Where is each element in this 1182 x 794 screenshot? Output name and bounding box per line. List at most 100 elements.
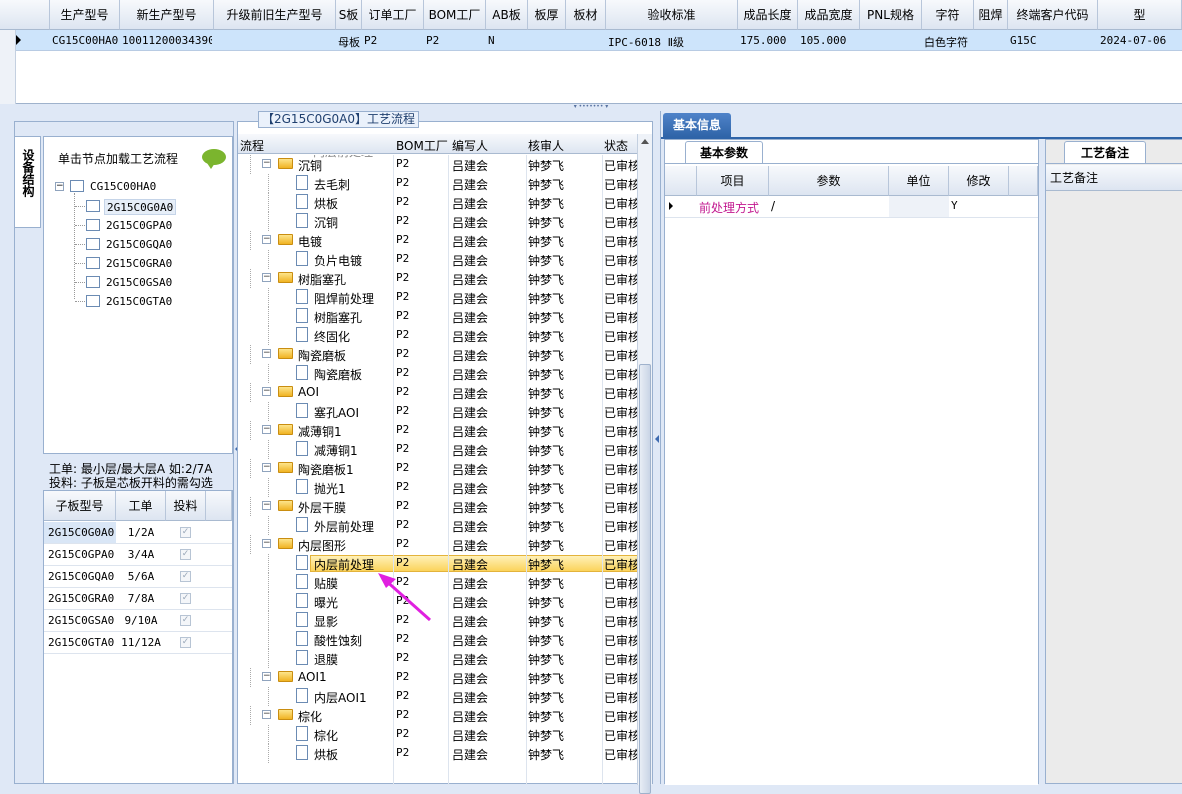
flow-row[interactable]: − AOI P2 吕建会 钟梦飞 已审核 — [238, 383, 637, 402]
flow-row[interactable]: 陶瓷磨板 P2 吕建会 钟梦飞 已审核 — [238, 364, 637, 383]
sub-col-header[interactable]: 子板型号 — [44, 491, 116, 521]
feed-checkbox[interactable]: ✓ — [180, 593, 191, 604]
top-row-cell[interactable]: 175.000 — [740, 34, 796, 47]
top-col-header[interactable]: 升级前旧生产型号 — [214, 0, 336, 30]
flow-row[interactable]: 树脂塞孔 P2 吕建会 钟梦飞 已审核 — [238, 307, 637, 326]
sub-board-row[interactable]: 2G15C0GSA0 9/10A ✓ — [44, 610, 232, 632]
flow-expander-icon[interactable]: − — [262, 539, 271, 548]
top-row-cell[interactable]: 10011200034390 — [122, 34, 212, 47]
flow-row[interactable]: − 外层干膜 P2 吕建会 钟梦飞 已审核 — [238, 497, 637, 516]
flow-row[interactable]: − 电镀 P2 吕建会 钟梦飞 已审核 — [238, 231, 637, 250]
sub-board-row[interactable]: 2G15C0GRA0 7/8A ✓ — [44, 588, 232, 610]
flow-expander-icon[interactable]: − — [262, 463, 271, 472]
flow-row[interactable]: − 陶瓷磨板1 P2 吕建会 钟梦飞 已审核 — [238, 459, 637, 478]
flow-row[interactable]: − 沉铜 P2 吕建会 钟梦飞 已审核 — [238, 155, 637, 174]
flow-row[interactable]: 阻焊前处理 P2 吕建会 钟梦飞 已审核 — [238, 288, 637, 307]
tree-node-2g15c0gsa0[interactable]: 2G15C0GSA0 — [104, 275, 174, 291]
param-col-header[interactable]: 修改 — [949, 166, 1009, 196]
sub-board-row[interactable]: 2G15C0GPA0 3/4A ✓ — [44, 544, 232, 566]
tree-root-label[interactable]: CG15C00HA0 — [90, 180, 156, 193]
top-row-cell[interactable]: IPC-6018 Ⅱ级 — [608, 34, 736, 50]
param-col-header[interactable]: 项目 — [697, 166, 769, 196]
flow-expander-icon[interactable]: − — [262, 672, 271, 681]
param-row[interactable]: 前处理方式 / Y — [665, 196, 1038, 218]
top-col-header[interactable]: 阻焊 — [974, 0, 1008, 30]
flow-row[interactable]: 抛光1 P2 吕建会 钟梦飞 已审核 — [238, 478, 637, 497]
top-row-cell[interactable]: P2 — [364, 34, 422, 47]
tree-node-2g15c0gta0[interactable]: 2G15C0GTA0 — [104, 294, 174, 310]
top-row-cell[interactable]: 105.000 — [800, 34, 858, 47]
top-row-cell[interactable]: 白色字符 — [924, 34, 972, 50]
sub-board-row[interactable]: 2G15C0GQA0 5/6A ✓ — [44, 566, 232, 588]
scroll-thumb[interactable] — [639, 364, 651, 794]
top-col-header[interactable]: 字符 — [922, 0, 974, 30]
flow-row[interactable]: 沉铜 P2 吕建会 钟梦飞 已审核 — [238, 212, 637, 231]
flow-row[interactable]: 减薄铜1 P2 吕建会 钟梦飞 已审核 — [238, 440, 637, 459]
top-col-header[interactable]: 型 — [1098, 0, 1182, 30]
flow-row[interactable]: 退膜 P2 吕建会 钟梦飞 已审核 — [238, 649, 637, 668]
top-row-cell[interactable]: G15C — [1010, 34, 1096, 47]
flow-expander-icon[interactable]: − — [262, 159, 271, 168]
flow-row[interactable]: 塞孔AOI P2 吕建会 钟梦飞 已审核 — [238, 402, 637, 421]
tree-node-2g15c0gra0[interactable]: 2G15C0GRA0 — [104, 256, 174, 272]
flow-row[interactable]: 外层前处理 P2 吕建会 钟梦飞 已审核 — [238, 516, 637, 535]
flow-expander-icon[interactable]: − — [262, 710, 271, 719]
flow-row[interactable]: − 陶瓷磨板 P2 吕建会 钟梦飞 已审核 — [238, 345, 637, 364]
flow-col-header[interactable]: 编写人 — [452, 137, 522, 154]
feed-checkbox[interactable]: ✓ — [180, 527, 191, 538]
top-col-header[interactable]: BOM工厂 — [424, 0, 486, 30]
top-col-header[interactable]: 验收标准 — [606, 0, 738, 30]
flow-row[interactable]: 酸性蚀刻 P2 吕建会 钟梦飞 已审核 — [238, 630, 637, 649]
scroll-up-icon[interactable] — [641, 139, 649, 144]
flow-expander-icon[interactable]: − — [262, 349, 271, 358]
flow-col-header[interactable]: 流程 — [240, 137, 390, 154]
flow-scrollbar[interactable] — [637, 134, 652, 794]
top-col-header[interactable]: 订单工厂 — [362, 0, 424, 30]
flow-row[interactable]: − AOI1 P2 吕建会 钟梦飞 已审核 — [238, 668, 637, 687]
sub-col-header[interactable]: 投料 — [166, 491, 206, 521]
flow-col-header[interactable]: 状态 — [604, 137, 638, 154]
top-col-header[interactable]: 终端客户代码 — [1008, 0, 1098, 30]
top-row-cell[interactable]: 2024-07-06 — [1100, 34, 1180, 47]
top-col-header[interactable]: 板厚 — [528, 0, 566, 30]
sub-col-header[interactable]: 工单 — [116, 491, 166, 521]
tab-basic-params[interactable]: 基本参数 — [685, 141, 763, 163]
sub-board-row[interactable]: 2G15C0GTA0 11/12A ✓ — [44, 632, 232, 654]
flow-row[interactable]: 烘板 P2 吕建会 钟梦飞 已审核 — [238, 193, 637, 212]
flow-expander-icon[interactable]: − — [262, 501, 271, 510]
flow-row[interactable]: − 减薄铜1 P2 吕建会 钟梦飞 已审核 — [238, 421, 637, 440]
top-grid-row[interactable]: CG15C00HA0 10011200034390 母板 P2 P2 N IPC-6018 … — [0, 30, 1182, 51]
flow-expander-icon[interactable]: − — [262, 235, 271, 244]
param-item[interactable]: 前处理方式 — [699, 199, 767, 216]
tree-node-2g15c0gpa0[interactable]: 2G15C0GPA0 — [104, 218, 174, 234]
flow-expander-icon[interactable]: − — [262, 387, 271, 396]
top-col-header[interactable]: AB板 — [486, 0, 528, 30]
feed-checkbox[interactable]: ✓ — [180, 637, 191, 648]
top-row-cell[interactable]: N — [488, 34, 526, 47]
flow-row[interactable]: 终固化 P2 吕建会 钟梦飞 已审核 — [238, 326, 637, 345]
top-col-header[interactable]: 成品长度 — [738, 0, 798, 30]
tab-process-notes[interactable]: 工艺备注 — [1064, 141, 1146, 163]
top-col-header[interactable]: 板材 — [566, 0, 606, 30]
feed-checkbox[interactable]: ✓ — [180, 571, 191, 582]
top-col-header[interactable]: S板 — [336, 0, 362, 30]
top-row-cell[interactable]: CG15C00HA0 — [52, 34, 118, 47]
feed-checkbox[interactable]: ✓ — [180, 549, 191, 560]
top-col-header[interactable]: 新生产型号 — [120, 0, 214, 30]
feed-checkbox[interactable]: ✓ — [180, 615, 191, 626]
flow-row[interactable]: − 内层图形 P2 吕建会 钟梦飞 已审核 — [238, 535, 637, 554]
tree-collapse-icon[interactable]: − — [55, 182, 64, 191]
top-col-header[interactable]: 生产型号 — [50, 0, 120, 30]
tab-basic-info[interactable]: 基本信息 — [663, 113, 731, 137]
flow-expander-icon[interactable]: − — [262, 273, 271, 282]
flow-row[interactable]: 去毛刺 P2 吕建会 钟梦飞 已审核 — [238, 174, 637, 193]
param-value[interactable]: / — [771, 199, 887, 213]
param-unit[interactable] — [889, 196, 949, 217]
side-tab[interactable]: 设备结构 — [15, 136, 41, 228]
flow-row[interactable]: 棕化 P2 吕建会 钟梦飞 已审核 — [238, 725, 637, 744]
param-col-header[interactable]: 单位 — [889, 166, 949, 196]
tree-node-2g15c0g0a0[interactable]: 2G15C0G0A0 — [104, 199, 177, 215]
flow-row[interactable]: − 棕化 P2 吕建会 钟梦飞 已审核 — [238, 706, 637, 725]
flow-row[interactable]: 负片电镀 P2 吕建会 钟梦飞 已审核 — [238, 250, 637, 269]
top-col-header[interactable]: 成品宽度 — [798, 0, 860, 30]
